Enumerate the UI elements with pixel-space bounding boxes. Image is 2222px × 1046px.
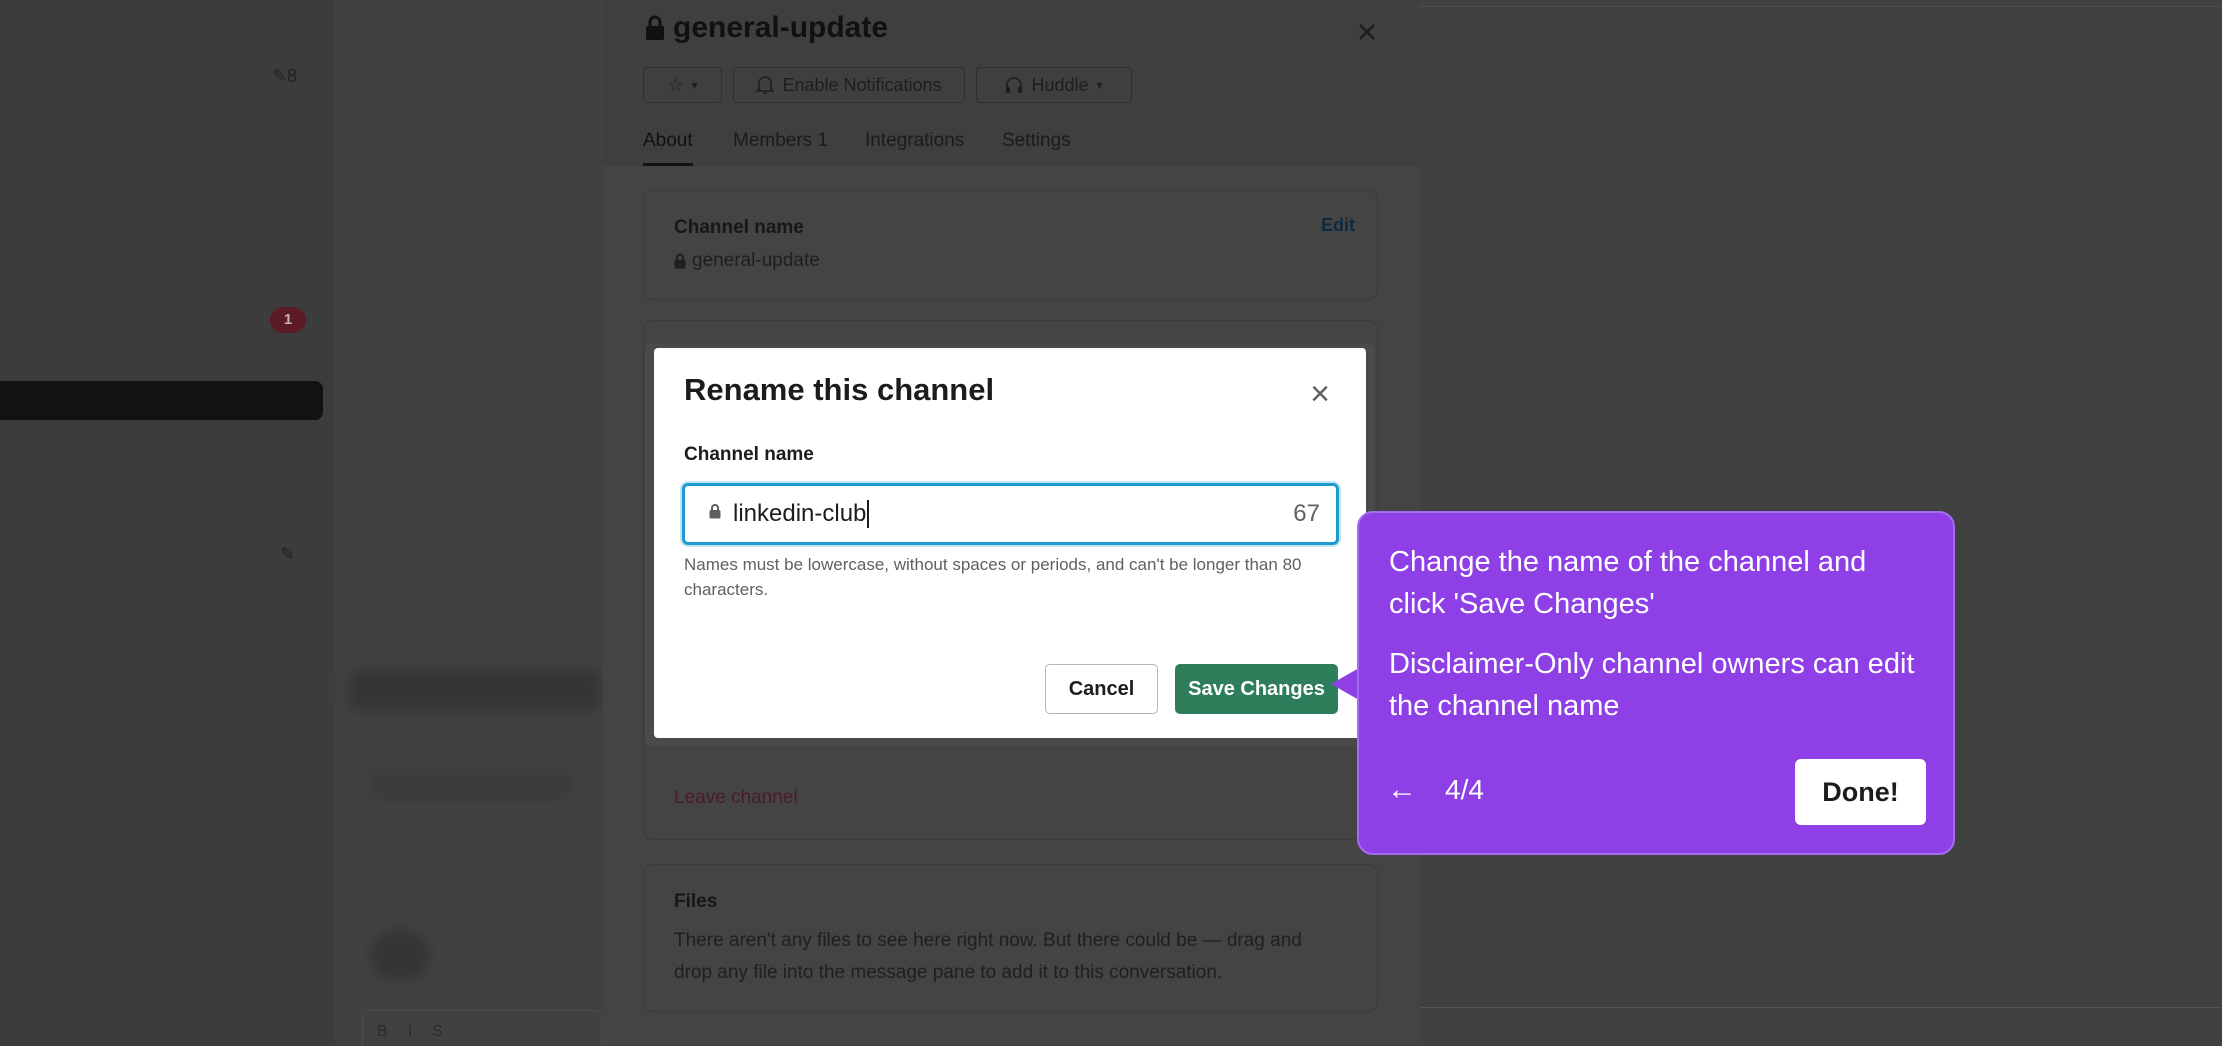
blurred-avatar xyxy=(370,930,430,980)
channel-title: general-update xyxy=(645,6,888,50)
channel-name-card[interactable]: Channel name Edit general-update xyxy=(643,190,1378,300)
unread-badge: 1 xyxy=(270,307,306,333)
leave-channel-link[interactable]: Leave channel xyxy=(674,787,798,809)
blurred-content xyxy=(370,770,570,800)
tooltip-pointer xyxy=(1331,668,1359,700)
divider xyxy=(1420,1007,2222,1008)
sidebar-selected-item xyxy=(0,381,323,420)
tab-members[interactable]: Members 1 xyxy=(733,130,828,166)
huddle-button[interactable]: Huddle ▾ xyxy=(976,67,1132,103)
channel-name-label: Channel name xyxy=(684,444,814,465)
modal-title: Rename this channel xyxy=(684,372,995,407)
chevron-down-icon: ▾ xyxy=(1096,78,1103,92)
channel-name-value: linkedin-club xyxy=(733,500,870,528)
rename-channel-modal: Rename this channel × Channel name linke… xyxy=(654,348,1366,738)
workspace-sidebar xyxy=(0,0,335,1046)
lock-icon xyxy=(674,253,686,269)
tooltip-disclaimer: Disclaimer-Only channel owners can edit … xyxy=(1389,648,1915,722)
tab-integrations[interactable]: Integrations xyxy=(865,130,964,166)
files-card: Files There aren't any files to see here… xyxy=(643,864,1378,1012)
divider xyxy=(1420,6,2222,7)
close-icon[interactable]: × xyxy=(1302,376,1338,412)
save-changes-button[interactable]: Save Changes xyxy=(1175,664,1338,714)
star-icon: ☆ xyxy=(667,74,684,95)
tab-about[interactable]: About xyxy=(643,130,693,166)
chevron-down-icon: ▾ xyxy=(691,78,698,92)
lock-icon xyxy=(709,504,721,524)
files-label: Files xyxy=(674,891,718,912)
tab-settings[interactable]: Settings xyxy=(1002,130,1071,166)
channel-name-input[interactable]: linkedin-club 67 xyxy=(682,483,1339,545)
tooltip-instruction: Change the name of the channel and click… xyxy=(1389,546,1867,620)
files-empty-text: There aren't any files to see here right… xyxy=(674,930,1302,983)
bell-icon xyxy=(756,76,775,94)
tour-step-counter: 4/4 xyxy=(1445,774,1484,805)
name-help-text: Names must be lowercase, without spaces … xyxy=(684,555,1302,599)
channel-name-label: Channel name xyxy=(674,217,804,238)
cancel-button[interactable]: Cancel xyxy=(1045,664,1158,714)
channel-name-value: general-update xyxy=(674,245,820,277)
enable-notifications-button[interactable]: Enable Notifications xyxy=(733,67,965,103)
tour-tooltip: Change the name of the channel and click… xyxy=(1357,511,1955,855)
blurred-content xyxy=(350,670,600,710)
done-button[interactable]: Done! xyxy=(1795,759,1926,825)
lock-icon xyxy=(646,15,664,40)
edit-link[interactable]: Edit xyxy=(1321,215,1355,236)
character-count: 67 xyxy=(1293,500,1320,527)
close-icon[interactable]: × xyxy=(1349,14,1385,50)
pencil-icon: ✎ xyxy=(280,544,296,564)
message-composer-toolbar: BIS xyxy=(362,1010,602,1046)
sidebar-edit-count: ✎8 xyxy=(272,66,298,86)
headphones-icon xyxy=(1006,77,1023,93)
star-button[interactable]: ☆ ▾ xyxy=(643,67,722,103)
pencil-icon: ✎ xyxy=(272,66,288,86)
back-arrow-icon[interactable]: ← xyxy=(1387,773,1421,807)
